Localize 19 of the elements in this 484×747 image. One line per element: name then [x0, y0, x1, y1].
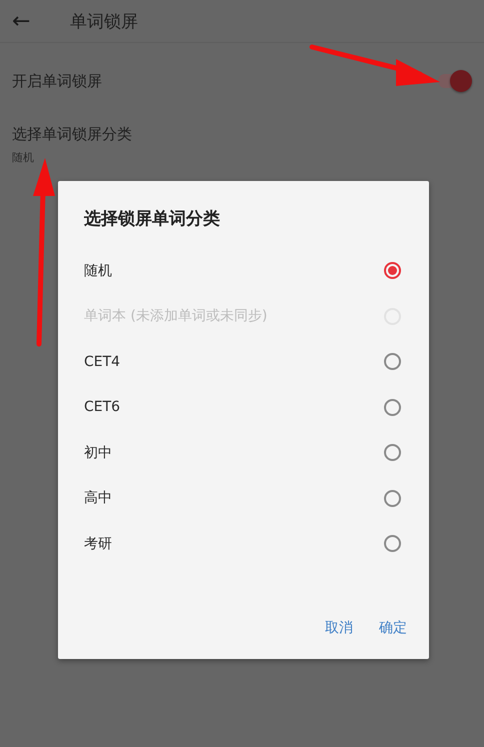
toggle-switch[interactable] [436, 70, 472, 92]
radio-button[interactable] [384, 353, 401, 370]
radio-button[interactable] [384, 444, 401, 462]
setting-label: 开启单词锁屏 [12, 72, 102, 90]
option-label[interactable]: 随机 [84, 262, 112, 280]
option-label[interactable]: 高中 [84, 489, 112, 508]
radio-button[interactable] [384, 398, 401, 416]
radio-button[interactable] [384, 262, 401, 280]
option-label[interactable]: 考研 [84, 534, 112, 553]
page-title: 单词锁屏 [70, 10, 138, 32]
option-label[interactable]: 初中 [84, 444, 112, 462]
radio-button[interactable] [384, 490, 401, 507]
setting-value: 随机 [12, 150, 34, 165]
dialog-button[interactable]: 取消 [317, 613, 361, 643]
dialog-title: 选择锁屏单词分类 [83, 208, 221, 230]
option-label[interactable]: CET4 [84, 354, 120, 370]
option-label[interactable]: CET6 [84, 399, 120, 416]
radio-button[interactable] [384, 535, 401, 552]
dialog-button[interactable]: 确定 [371, 613, 415, 643]
